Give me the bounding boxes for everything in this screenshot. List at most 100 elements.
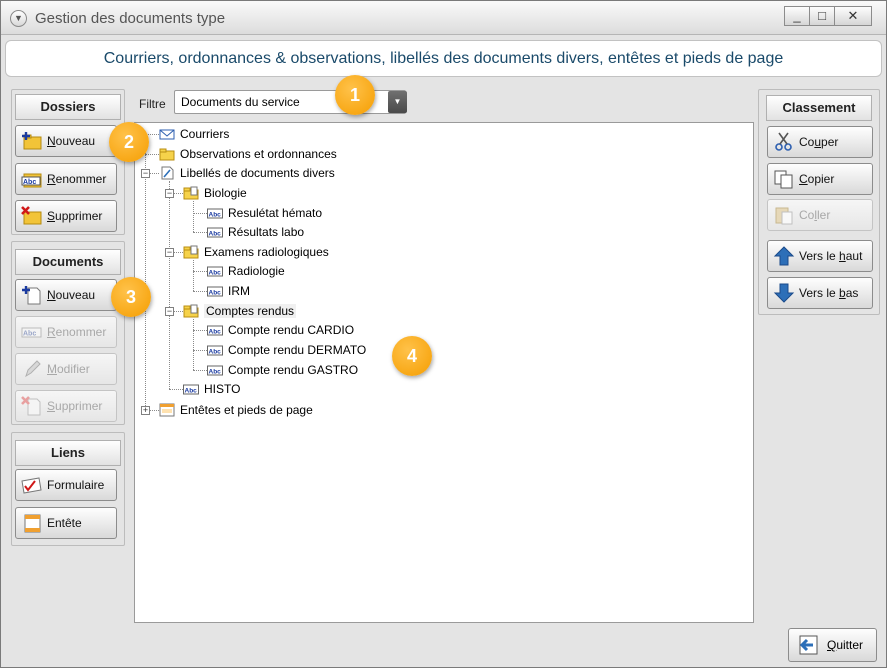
- arrow-down-icon: [773, 283, 795, 303]
- collapse-toggle[interactable]: −: [165, 248, 174, 257]
- tree-item[interactable]: Abc Compte rendu GASTRO: [207, 361, 358, 379]
- window-menu-button[interactable]: ▼: [10, 10, 27, 27]
- tree-item-label: Comptes rendus: [204, 304, 297, 318]
- window-controls: _ □ ✕: [784, 6, 872, 26]
- tree-line: [145, 154, 159, 155]
- tree-item-label: Libellés de documents divers: [180, 166, 335, 180]
- callout-marker: 1: [335, 75, 375, 115]
- folder-rename-label: Renommer: [47, 172, 107, 186]
- folder-icon: [183, 245, 199, 259]
- folder-rename-button[interactable]: Abc Renommer: [15, 163, 117, 195]
- tree-item[interactable]: Abc Resulétat hémato: [207, 204, 322, 222]
- abc-icon: Abc: [207, 208, 223, 219]
- tree-item[interactable]: Abc Compte rendu CARDIO: [207, 321, 354, 339]
- header-footer-icon: [159, 403, 175, 417]
- folder-new-label: Nouveau: [47, 134, 96, 148]
- tree-line: [193, 232, 207, 233]
- collapse-toggle[interactable]: −: [165, 189, 174, 198]
- move-down-label: Vers le bas: [799, 286, 859, 300]
- tree-item-label: HISTO: [204, 382, 241, 396]
- tree-line: [193, 350, 207, 351]
- expand-toggle[interactable]: +: [141, 406, 150, 415]
- svg-text:Abc: Abc: [209, 349, 222, 356]
- tree-item[interactable]: Abc Radiologie: [207, 262, 285, 280]
- tree-item[interactable]: Abc Compte rendu DERMATO: [207, 341, 366, 359]
- svg-text:Abc: Abc: [23, 331, 36, 338]
- callout-marker: 4: [392, 336, 432, 376]
- tree-item-label: Radiologie: [228, 264, 285, 278]
- cut-label: Couper: [799, 135, 839, 149]
- tree-line: [193, 213, 207, 214]
- tree-item-label: IRM: [228, 284, 250, 298]
- document-edit-button[interactable]: Modifier: [15, 353, 117, 385]
- rename-icon: Abc: [21, 173, 42, 188]
- svg-text:Abc: Abc: [209, 231, 222, 238]
- delete-folder-icon: [21, 206, 42, 225]
- folder-delete-label: Supprimer: [47, 209, 103, 223]
- classement-header: Classement: [766, 95, 872, 121]
- tree-item[interactable]: Observations et ordonnances: [159, 145, 337, 163]
- link-form-label: Formulaire: [47, 478, 105, 492]
- window-title: Gestion des documents type: [35, 10, 226, 27]
- tree-item[interactable]: Comptes rendus: [183, 302, 297, 320]
- move-up-label: Vers le haut: [799, 249, 863, 263]
- collapse-toggle[interactable]: −: [165, 307, 174, 316]
- tree-item-label: Examens radiologiques: [204, 245, 329, 259]
- tree-item-label: Observations et ordonnances: [180, 147, 337, 161]
- tree-item[interactable]: Biologie: [183, 184, 247, 202]
- svg-text:Abc: Abc: [209, 212, 222, 219]
- link-header-label: Entête: [47, 516, 82, 530]
- tree-item[interactable]: Examens radiologiques: [183, 243, 329, 261]
- tree-item[interactable]: Abc HISTO: [183, 380, 240, 398]
- abc-icon: Abc: [207, 227, 223, 238]
- collapse-toggle[interactable]: −: [141, 169, 150, 178]
- svg-text:Abc: Abc: [185, 388, 198, 395]
- tree-item-label: Compte rendu GASTRO: [228, 363, 359, 377]
- tree-item[interactable]: Courriers: [159, 125, 229, 143]
- document-new-label: Nouveau: [47, 288, 96, 302]
- close-button[interactable]: ✕: [834, 6, 872, 26]
- tree-item[interactable]: Entêtes et pieds de page: [159, 401, 313, 419]
- abc-icon: Abc: [207, 286, 223, 297]
- scissors-icon: [775, 132, 792, 151]
- copy-button[interactable]: Copier: [767, 163, 873, 195]
- tree-item-label: Entêtes et pieds de page: [180, 403, 313, 417]
- document-rename-button[interactable]: Abc Renommer: [15, 316, 117, 348]
- tree-item[interactable]: Abc Résultats labo: [207, 223, 304, 241]
- liens-header: Liens: [15, 440, 121, 466]
- copy-label: Copier: [799, 172, 835, 186]
- tree-line: [169, 389, 183, 390]
- move-down-button[interactable]: Vers le bas: [767, 277, 873, 309]
- folder-delete-button[interactable]: Supprimer: [15, 200, 117, 232]
- quit-label: Quitter: [827, 638, 864, 652]
- tree-item[interactable]: Abc IRM: [207, 282, 250, 300]
- center-panel: Filtre Documents du service ▼ − − − − + …: [134, 81, 754, 623]
- folder-icon: [183, 186, 199, 200]
- abc-icon: Abc: [183, 384, 199, 395]
- callout-marker: 3: [111, 277, 151, 317]
- svg-text:Abc: Abc: [209, 270, 222, 277]
- minimize-button[interactable]: _: [784, 6, 810, 26]
- tree-item[interactable]: Libellés de documents divers: [159, 164, 335, 182]
- svg-text:Abc: Abc: [209, 369, 222, 376]
- paste-button[interactable]: Coller: [767, 199, 873, 231]
- folder-new-button[interactable]: Nouveau: [15, 125, 117, 157]
- document-new-button[interactable]: Nouveau: [15, 279, 117, 311]
- envelope-icon: [159, 129, 175, 140]
- move-up-button[interactable]: Vers le haut: [767, 240, 873, 272]
- paste-icon: [775, 207, 793, 225]
- dropdown-arrow-icon[interactable]: ▼: [388, 91, 407, 113]
- exit-icon: [799, 635, 818, 655]
- tree-item-label: Biologie: [204, 186, 247, 200]
- quit-button[interactable]: Quitter: [788, 628, 877, 662]
- tree-item-label: Courriers: [180, 127, 230, 141]
- document-tree: − − − − + Courriers Observations et ordo…: [134, 122, 754, 623]
- document-delete-button[interactable]: Supprimer: [15, 390, 117, 422]
- cut-button[interactable]: Couper: [767, 126, 873, 158]
- link-header-button[interactable]: Entête: [15, 507, 117, 539]
- svg-text:Abc: Abc: [209, 290, 222, 297]
- tree-line: [193, 201, 194, 232]
- maximize-button[interactable]: □: [809, 6, 835, 26]
- svg-text:Abc: Abc: [209, 329, 222, 336]
- link-form-button[interactable]: Formulaire: [15, 469, 117, 501]
